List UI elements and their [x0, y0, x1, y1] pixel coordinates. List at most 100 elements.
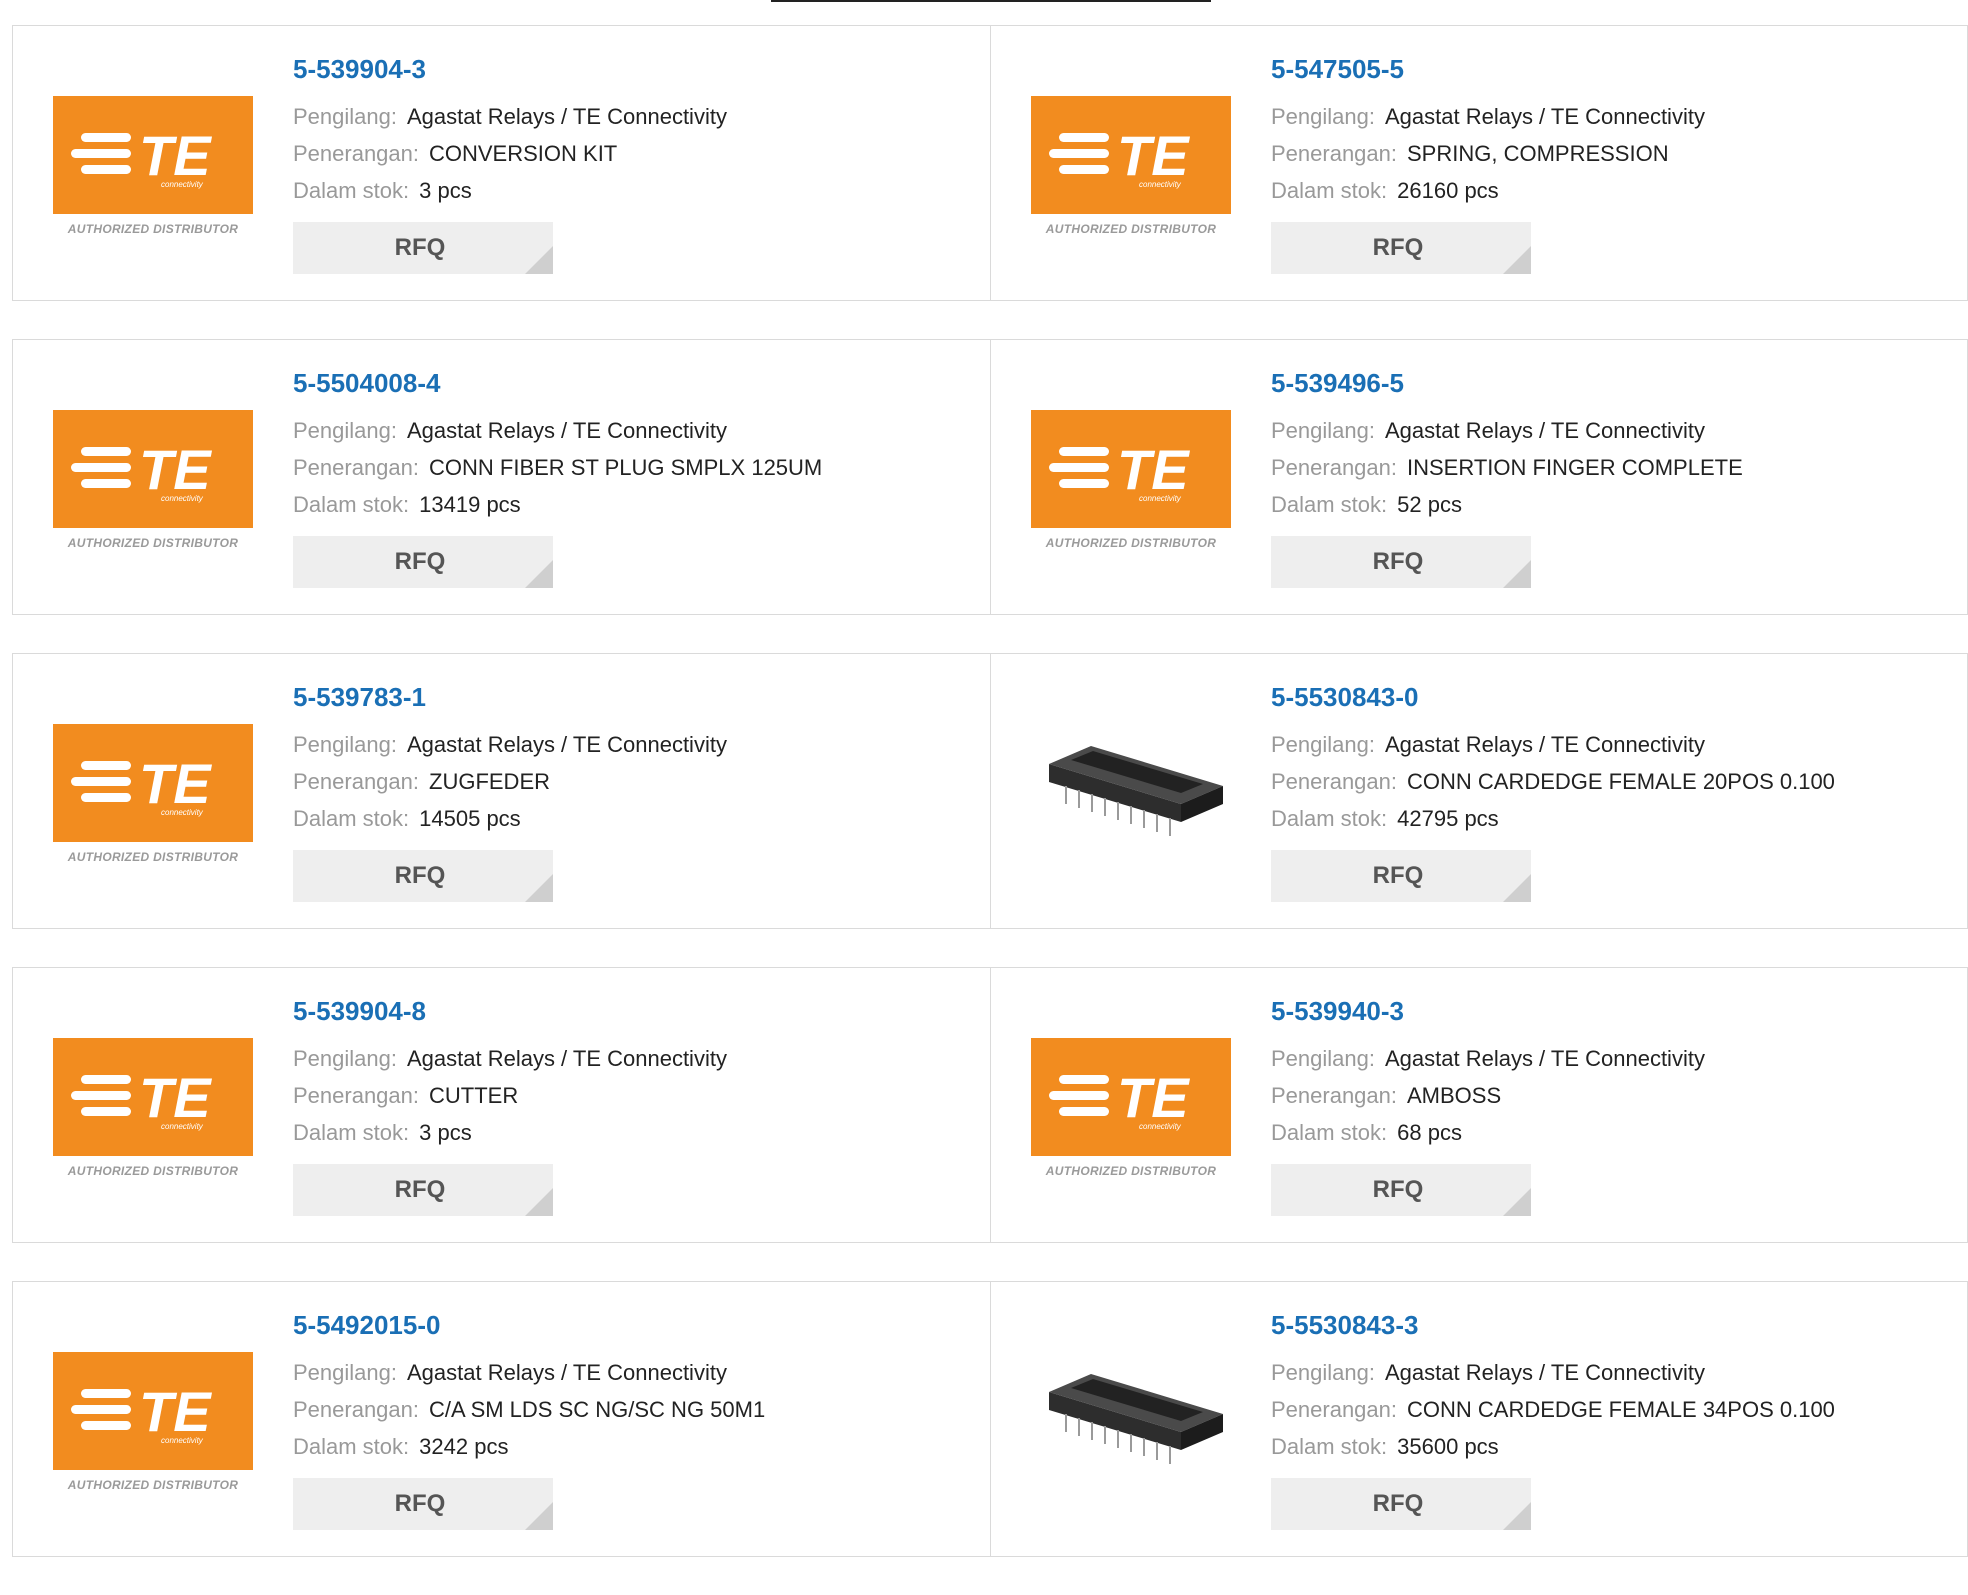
- product-row: TE connectivity AUTHORIZED DISTRIBUTOR 5…: [12, 25, 1968, 301]
- stock-value: 3 pcs: [419, 1120, 472, 1145]
- rfq-button[interactable]: RFQ: [293, 222, 553, 274]
- description-row: Penerangan: INSERTION FINGER COMPLETE: [1271, 449, 1743, 486]
- te-logo: TE connectivity: [1031, 1038, 1231, 1156]
- authorized-distributor-label: AUTHORIZED DISTRIBUTOR: [1045, 222, 1217, 236]
- product-card: TE connectivity AUTHORIZED DISTRIBUTOR 5…: [990, 26, 1968, 300]
- stock-row: Dalam stok: 35600 pcs: [1271, 1428, 1835, 1465]
- product-row: TE connectivity AUTHORIZED DISTRIBUTOR 5…: [12, 653, 1968, 929]
- description-label: Penerangan:: [1271, 1397, 1397, 1422]
- manufacturer-value: Agastat Relays / TE Connectivity: [1384, 418, 1705, 443]
- description-label: Penerangan:: [293, 769, 419, 794]
- description-value: CONN FIBER ST PLUG SMPLX 125UM: [429, 455, 823, 480]
- product-info: 5-539783-1 Pengilang: Agastat Relays / TE…: [293, 682, 727, 902]
- description-value: CONN CARDEDGE FEMALE 34POS 0.100: [1407, 1397, 1835, 1422]
- product-thumbnail[interactable]: TE connectivity AUTHORIZED DISTRIBUTOR: [53, 724, 253, 869]
- te-logo: TE connectivity: [53, 96, 253, 214]
- svg-text:connectivity: connectivity: [161, 808, 204, 817]
- description-row: Penerangan: SPRING, COMPRESSION: [1271, 135, 1705, 172]
- rfq-button[interactable]: RFQ: [293, 1478, 553, 1530]
- te-logo: TE connectivity: [53, 724, 253, 842]
- part-number-link[interactable]: 5-5504008-4: [293, 368, 822, 398]
- top-divider: [771, 0, 1211, 2]
- part-number-link[interactable]: 5-539904-8: [293, 996, 727, 1026]
- product-card: 5-5530843-3 Pengilang: Agastat Relays / T…: [990, 1282, 1968, 1556]
- rfq-button[interactable]: RFQ: [293, 1164, 553, 1216]
- manufacturer-value: Agastat Relays / TE Connectivity: [406, 1360, 727, 1385]
- svg-text:connectivity: connectivity: [1139, 180, 1182, 189]
- product-thumbnail[interactable]: TE connectivity AUTHORIZED DISTRIBUTOR: [1031, 410, 1231, 555]
- rfq-button[interactable]: RFQ: [293, 536, 553, 588]
- te-logo: TE connectivity: [53, 1038, 253, 1156]
- product-info: 5-5492015-0 Pengilang: Agastat Relays / T…: [293, 1310, 765, 1530]
- manufacturer-row: Pengilang: Agastat Relays / TE Connectivi…: [1271, 1354, 1835, 1391]
- rfq-button[interactable]: RFQ: [1271, 1478, 1531, 1530]
- corner-fold-icon: [1503, 874, 1531, 902]
- rfq-label: RFQ: [394, 862, 446, 889]
- stock-label: Dalam stok:: [1271, 1120, 1388, 1145]
- manufacturer-label: Pengilang:: [1271, 732, 1375, 757]
- corner-fold-icon: [525, 560, 553, 588]
- rfq-button[interactable]: RFQ: [293, 850, 553, 902]
- rfq-button[interactable]: RFQ: [1271, 850, 1531, 902]
- authorized-distributor-label: AUTHORIZED DISTRIBUTOR: [67, 1164, 239, 1178]
- description-row: Penerangan: CONN CARDEDGE FEMALE 34POS 0.…: [1271, 1391, 1835, 1428]
- part-number-link[interactable]: 5-539783-1: [293, 682, 727, 712]
- te-logo: TE connectivity: [53, 410, 253, 528]
- manufacturer-label: Pengilang:: [293, 104, 397, 129]
- rfq-button[interactable]: RFQ: [1271, 1164, 1531, 1216]
- part-number-link[interactable]: 5-5530843-3: [1271, 1310, 1835, 1340]
- svg-text:TE: TE: [139, 1380, 212, 1443]
- rfq-label: RFQ: [394, 1176, 446, 1203]
- rfq-label: RFQ: [1372, 234, 1424, 261]
- corner-fold-icon: [1503, 560, 1531, 588]
- manufacturer-value: Agastat Relays / TE Connectivity: [1384, 104, 1705, 129]
- part-number-link[interactable]: 5-547505-5: [1271, 54, 1705, 84]
- product-thumbnail[interactable]: TE connectivity AUTHORIZED DISTRIBUTOR: [53, 1352, 253, 1497]
- te-logo-mark: TE connectivity: [71, 1066, 212, 1131]
- card-edge-connector-image: [1049, 746, 1223, 836]
- manufacturer-label: Pengilang:: [1271, 418, 1375, 443]
- product-thumbnail[interactable]: TE connectivity AUTHORIZED DISTRIBUTOR: [53, 1038, 253, 1183]
- product-info: 5-5530843-3 Pengilang: Agastat Relays / T…: [1271, 1310, 1835, 1530]
- te-logo-mark: TE connectivity: [1049, 438, 1190, 503]
- rfq-label: RFQ: [394, 548, 446, 575]
- description-row: Penerangan: CONN FIBER ST PLUG SMPLX 125U…: [293, 449, 822, 486]
- rfq-label: RFQ: [394, 234, 446, 261]
- part-number-link[interactable]: 5-539496-5: [1271, 368, 1743, 398]
- description-value: C/A SM LDS SC NG/SC NG 50M1: [429, 1397, 766, 1422]
- product-thumbnail[interactable]: TE connectivity AUTHORIZED DISTRIBUTOR: [1031, 1038, 1231, 1183]
- stock-row: Dalam stok: 42795 pcs: [1271, 800, 1835, 837]
- part-number-link[interactable]: 5-539904-3: [293, 54, 727, 84]
- stock-value: 3 pcs: [419, 178, 472, 203]
- svg-text:connectivity: connectivity: [161, 180, 204, 189]
- part-number-link[interactable]: 5-5530843-0: [1271, 682, 1835, 712]
- product-thumbnail[interactable]: TE connectivity AUTHORIZED DISTRIBUTOR: [53, 410, 253, 555]
- te-logo: TE connectivity: [53, 1352, 253, 1470]
- product-card: TE connectivity AUTHORIZED DISTRIBUTOR 5…: [12, 654, 990, 928]
- product-thumbnail[interactable]: [1031, 724, 1231, 869]
- product-info: 5-5530843-0 Pengilang: Agastat Relays / T…: [1271, 682, 1835, 902]
- stock-label: Dalam stok:: [1271, 492, 1388, 517]
- part-number-link[interactable]: 5-5492015-0: [293, 1310, 765, 1340]
- product-card: 5-5530843-0 Pengilang: Agastat Relays / T…: [990, 654, 1968, 928]
- rfq-button[interactable]: RFQ: [1271, 536, 1531, 588]
- te-logo-mark: TE connectivity: [1049, 124, 1190, 189]
- corner-fold-icon: [525, 874, 553, 902]
- corner-fold-icon: [525, 1188, 553, 1216]
- rfq-button[interactable]: RFQ: [1271, 222, 1531, 274]
- description-row: Penerangan: C/A SM LDS SC NG/SC NG 50M1: [293, 1391, 765, 1428]
- product-thumbnail[interactable]: TE connectivity AUTHORIZED DISTRIBUTOR: [53, 96, 253, 241]
- authorized-distributor-label: AUTHORIZED DISTRIBUTOR: [67, 536, 239, 550]
- product-thumbnail[interactable]: TE connectivity AUTHORIZED DISTRIBUTOR: [1031, 96, 1231, 241]
- product-info: 5-5504008-4 Pengilang: Agastat Relays / T…: [293, 368, 822, 588]
- product-info: 5-539904-8 Pengilang: Agastat Relays / TE…: [293, 996, 727, 1216]
- rfq-label: RFQ: [394, 1490, 446, 1517]
- description-row: Penerangan: ZUGFEDER: [293, 763, 727, 800]
- manufacturer-row: Pengilang: Agastat Relays / TE Connectivi…: [1271, 1040, 1705, 1077]
- manufacturer-value: Agastat Relays / TE Connectivity: [406, 1046, 727, 1071]
- authorized-distributor-label: AUTHORIZED DISTRIBUTOR: [1045, 536, 1217, 550]
- part-number-link[interactable]: 5-539940-3: [1271, 996, 1705, 1026]
- product-grid: TE connectivity AUTHORIZED DISTRIBUTOR 5…: [12, 25, 1968, 1595]
- svg-text:TE: TE: [139, 438, 212, 501]
- product-thumbnail[interactable]: [1031, 1352, 1231, 1497]
